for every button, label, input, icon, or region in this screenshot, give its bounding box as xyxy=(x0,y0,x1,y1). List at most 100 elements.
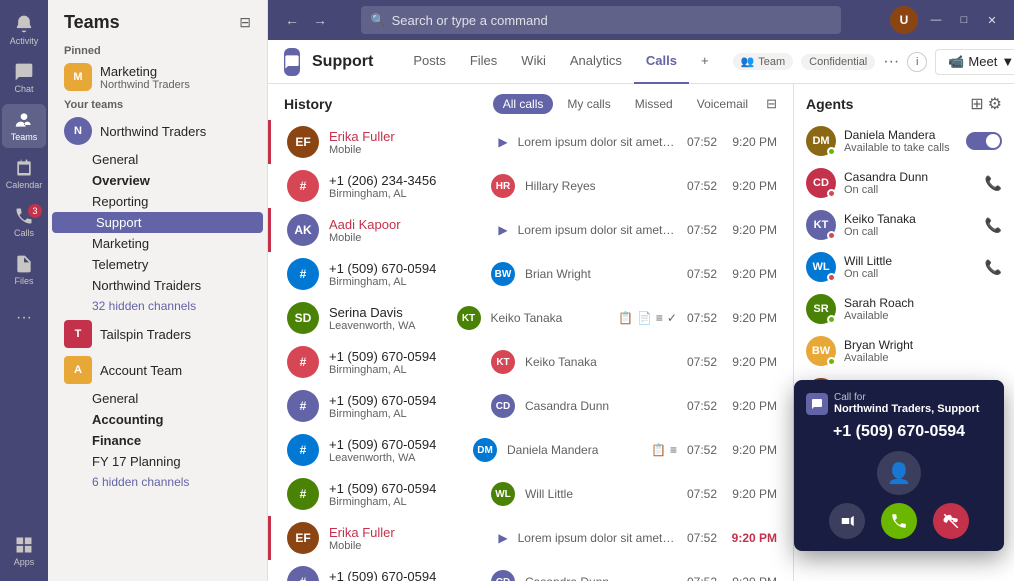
call-row[interactable]: EF Erika Fuller Mobile ▶ Lorem ipsum dol… xyxy=(268,120,793,164)
caller-name: Brian Wright xyxy=(525,267,677,281)
call-row[interactable]: # +1 (206) 234-3456 Birmingham, AL HR Hi… xyxy=(268,164,793,208)
account-fy17[interactable]: FY 17 Planning xyxy=(48,451,267,472)
filter-voicemail[interactable]: Voicemail xyxy=(687,94,758,114)
user-avatar[interactable]: U xyxy=(890,6,918,34)
call-row[interactable]: SD Serina Davis Leavenworth, WA KT Keiko… xyxy=(268,296,793,340)
call-duration: 07:52 xyxy=(687,443,717,457)
call-avatar: # xyxy=(287,258,319,290)
tab-calls[interactable]: Calls xyxy=(634,40,689,84)
agent-row[interactable]: BW Bryan Wright Available xyxy=(794,330,1014,372)
agent-row[interactable]: KT Keiko Tanaka On call 📞 xyxy=(794,204,1014,246)
call-info: Erika Fuller Mobile xyxy=(329,129,488,156)
tab-analytics[interactable]: Analytics xyxy=(558,40,634,84)
call-row[interactable]: EF Erika Fuller Mobile ▶ Lorem ipsum dol… xyxy=(268,516,793,560)
tab-add[interactable]: + xyxy=(689,40,721,84)
call-row[interactable]: # +1 (509) 670-0594 Leavenworth, WA DM D… xyxy=(268,428,793,472)
filter-icon[interactable]: ⊟ xyxy=(766,96,777,112)
check-icon: ✓ xyxy=(667,311,677,325)
agents-grid-icon[interactable]: ⊞ xyxy=(970,94,983,114)
nav-apps[interactable]: Apps xyxy=(2,529,46,573)
tab-wiki[interactable]: Wiki xyxy=(509,40,558,84)
sidebar-item-marketing[interactable]: M Marketing Northwind Traders xyxy=(48,59,267,95)
agent-row[interactable]: WL Will Little On call 📞 xyxy=(794,246,1014,288)
call-time: 9:20 PM xyxy=(727,223,777,237)
channel-support[interactable]: Support xyxy=(52,212,263,233)
sidebar-item-account[interactable]: A Account Team ··· xyxy=(48,352,267,388)
account-general[interactable]: General xyxy=(48,388,267,409)
nav-files[interactable]: Files xyxy=(2,248,46,292)
northwind-traiders[interactable]: Northwind Traiders xyxy=(48,275,267,296)
nav-calendar[interactable]: Calendar xyxy=(2,152,46,196)
popup-accept-btn[interactable] xyxy=(881,503,917,539)
back-button[interactable]: ← xyxy=(280,8,304,32)
nav-calls[interactable]: Calls 3 xyxy=(2,200,46,244)
search-bar[interactable]: 🔍 Search or type a command xyxy=(361,6,841,34)
filter-all[interactable]: All calls xyxy=(493,94,554,114)
caller-name: Casandra Dunn xyxy=(525,575,677,581)
channel-telemetry[interactable]: Telemetry xyxy=(48,254,267,275)
sidebar-item-tailspin[interactable]: T Tailspin Traders ··· xyxy=(48,316,267,352)
tab-files[interactable]: Files xyxy=(458,40,509,84)
popup-video-btn[interactable] xyxy=(829,503,865,539)
play-icon[interactable]: ▶ xyxy=(498,135,507,149)
nav-teams[interactable]: Teams xyxy=(2,104,46,148)
nav-more[interactable]: ··· xyxy=(2,296,46,340)
nav-calls-label: Calls xyxy=(14,228,34,238)
marketing-name: Marketing xyxy=(100,64,190,79)
call-row[interactable]: # +1 (509) 670-0594 Birmingham, AL CD Ca… xyxy=(268,560,793,581)
call-time: 9:20 PM xyxy=(727,487,777,501)
caller-avatar: KT xyxy=(491,350,515,374)
close-button[interactable]: ✕ xyxy=(982,10,1002,30)
agent-status-text: Available to take calls xyxy=(844,142,958,154)
call-row[interactable]: # +1 (509) 670-0594 Birmingham, AL BW Br… xyxy=(268,252,793,296)
sidebar-item-northwind[interactable]: N Northwind Traders ··· xyxy=(48,113,267,149)
tab-posts[interactable]: Posts xyxy=(401,40,458,84)
call-info: Serina Davis Leavenworth, WA xyxy=(329,305,447,332)
call-popup: Call for Northwind Traders, Support +1 (… xyxy=(794,380,1004,551)
nav-activity[interactable]: Activity xyxy=(2,8,46,52)
channel-marketing[interactable]: Marketing xyxy=(48,233,267,254)
popup-decline-btn[interactable] xyxy=(933,503,969,539)
history-header: History All calls My calls Missed Voicem… xyxy=(268,84,793,120)
more-options-btn[interactable]: ··· xyxy=(883,53,899,71)
call-row[interactable]: AK Aadi Kapoor Mobile ▶ Lorem ipsum dolo… xyxy=(268,208,793,252)
call-row[interactable]: # +1 (509) 670-0594 Birmingham, AL KT Ke… xyxy=(268,340,793,384)
filter-missed[interactable]: Missed xyxy=(625,94,683,114)
meet-button[interactable]: 📹 Meet ▼ xyxy=(935,49,1014,75)
caller-avatar: CD xyxy=(491,570,515,581)
call-list: EF Erika Fuller Mobile ▶ Lorem ipsum dol… xyxy=(268,120,793,581)
northwind-hidden[interactable]: 32 hidden channels xyxy=(48,296,267,316)
popup-person-btn[interactable]: 👤 xyxy=(877,451,921,495)
filter-my[interactable]: My calls xyxy=(557,94,620,114)
agent-call-icon[interactable]: 📞 xyxy=(985,217,1002,234)
account-finance[interactable]: Finance xyxy=(48,430,267,451)
pinned-label: Pinned xyxy=(48,41,267,59)
nav-apps-label: Apps xyxy=(14,557,35,567)
agent-call-icon[interactable]: 📞 xyxy=(985,175,1002,192)
account-accounting[interactable]: Accounting xyxy=(48,409,267,430)
agent-toggle[interactable] xyxy=(966,132,1002,150)
agent-row[interactable]: CD Casandra Dunn On call 📞 xyxy=(794,162,1014,204)
agent-row[interactable]: SR Sarah Roach Available xyxy=(794,288,1014,330)
play-icon[interactable]: ▶ xyxy=(498,531,507,545)
call-row[interactable]: # +1 (509) 670-0594 Birmingham, AL WL Wi… xyxy=(268,472,793,516)
account-hidden[interactable]: 6 hidden channels xyxy=(48,472,267,492)
forward-button[interactable]: → xyxy=(308,8,332,32)
call-name: +1 (509) 670-0594 xyxy=(329,349,481,364)
agents-settings-icon[interactable]: ⚙ xyxy=(988,94,1002,114)
search-icon: 🔍 xyxy=(371,13,386,27)
maximize-button[interactable]: □ xyxy=(954,10,974,30)
nav-chat[interactable]: Chat xyxy=(2,56,46,100)
agent-row[interactable]: DM Daniela Mandera Available to take cal… xyxy=(794,120,1014,162)
agent-call-icon[interactable]: 📞 xyxy=(985,259,1002,276)
info-icon[interactable]: i xyxy=(907,52,927,72)
minimize-button[interactable]: — xyxy=(926,10,946,30)
play-icon[interactable]: ▶ xyxy=(498,223,507,237)
call-row[interactable]: # +1 (509) 670-0594 Birmingham, AL CD Ca… xyxy=(268,384,793,428)
call-info: +1 (509) 670-0594 Birmingham, AL xyxy=(329,261,481,288)
channel-general[interactable]: General xyxy=(48,149,267,170)
channel-reporting[interactable]: Reporting xyxy=(48,191,267,212)
filter-icon[interactable]: ⊟ xyxy=(239,14,251,31)
team-badge: 👥 Team xyxy=(733,53,794,70)
channel-overview[interactable]: Overview xyxy=(48,170,267,191)
